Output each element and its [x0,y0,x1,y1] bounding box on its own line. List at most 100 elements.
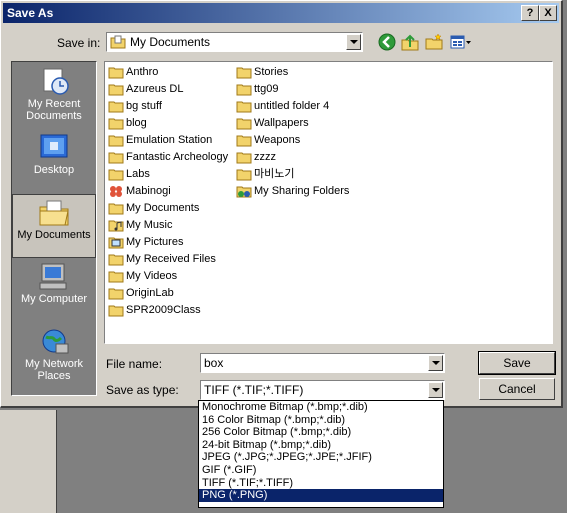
place-my-computer[interactable]: My Computer [12,259,96,323]
recent-documents-icon [43,68,69,95]
save-type-combobox[interactable]: TIFF (*.TIF;*.TIFF) [200,380,445,400]
folder-icon [236,101,252,113]
desktop-icon [40,134,68,158]
save-type-option[interactable]: GIF (*.GIF) [199,464,443,477]
save-in-combobox[interactable]: My Documents [106,32,363,52]
list-item[interactable]: Labs [108,166,150,183]
save-type-option[interactable]: 16 Color Bitmap (*.bmp;*.dib) [199,414,443,427]
file-name-value: box [204,356,224,370]
list-item-label: untitled folder 4 [254,100,330,112]
list-item[interactable]: Fantastic Archeology [108,149,228,166]
folder-icon [108,135,124,147]
list-item-label: Emulation Station [126,134,213,146]
save-type-value: TIFF (*.TIF;*.TIFF) [204,383,304,397]
list-item-label: Anthro [126,66,159,78]
list-item[interactable]: Weapons [236,132,300,149]
save-type-option[interactable]: JPEG (*.JPG;*.JPEG;*.JPE;*.JFIF) [199,451,443,464]
place-desktop[interactable]: Desktop [12,130,96,194]
place-label: Desktop [33,164,75,176]
file-list[interactable]: Anthro Azureus DL bg stuff blog Emulation St… [104,61,553,344]
save-type-dropdown-arrow[interactable] [428,382,443,398]
folder-icon [108,152,124,164]
folder-icon [236,84,252,96]
place-my-network-places[interactable]: My Network Places [12,324,96,388]
folder-icon [108,84,124,96]
background-panel [0,410,56,513]
list-item[interactable]: Wallpapers [236,115,309,132]
close-button[interactable]: X [539,5,557,21]
back-icon[interactable] [378,33,396,51]
save-type-options-list[interactable]: Monochrome Bitmap (*.bmp;*.dib) 16 Color … [198,400,444,508]
list-item[interactable]: My Documents [108,200,199,217]
places-bar: My Recent Documents Desktop My Documents [11,61,97,396]
folder-icon [236,67,252,79]
list-item[interactable]: My Music [108,217,172,234]
background-divider [56,410,57,513]
list-item[interactable]: Emulation Station [108,132,212,149]
list-item-label: My Videos [126,270,178,282]
list-item[interactable]: 마비노기 [236,166,294,183]
save-type-option[interactable]: TIFF (*.TIF;*.TIFF) [199,477,443,490]
folder-icon [236,152,252,164]
list-item[interactable]: SPR2009Class [108,302,201,319]
list-item[interactable]: Mabinogi [108,183,171,200]
place-my-documents[interactable]: My Documents [12,194,96,258]
folder-icon [108,288,124,300]
list-item-label: My Documents [126,202,200,214]
list-item[interactable]: zzzz [236,149,276,166]
list-item[interactable]: My Sharing Folders [236,183,349,200]
list-item-label: ttg09 [254,83,279,95]
folder-icon [236,118,252,130]
list-item[interactable]: Azureus DL [108,81,183,98]
file-name-label: File name: [106,357,163,371]
list-item[interactable]: blog [108,115,147,132]
list-item[interactable]: untitled folder 4 [236,98,329,115]
list-item[interactable]: My Received Files [108,251,216,268]
list-item[interactable]: bg stuff [108,98,162,115]
folder-icon [108,101,124,113]
up-folder-icon[interactable] [401,33,419,51]
music-folder-icon [108,220,124,232]
save-in-dropdown-arrow[interactable] [346,34,361,50]
network-places-icon [42,329,69,354]
save-type-option[interactable]: PNG (*.PNG) [199,489,443,502]
file-name-field[interactable]: box [200,353,445,373]
folder-icon [108,169,124,181]
list-item-label: Fantastic Archeology [126,151,229,163]
cancel-button[interactable]: Cancel [479,378,555,400]
save-type-option[interactable]: Monochrome Bitmap (*.bmp;*.dib) [199,401,443,414]
list-item-label: zzzz [254,151,276,163]
list-item[interactable]: OriginLab [108,285,174,302]
list-item[interactable]: My Videos [108,268,177,285]
list-item-label: My Pictures [126,236,184,248]
list-item-label: SPR2009Class [126,304,201,316]
list-item[interactable]: Anthro [108,64,158,81]
sharing-folder-icon [236,186,252,198]
list-item[interactable]: My Pictures [108,234,183,251]
dialog-title: Save As [7,6,54,20]
place-my-recent-documents[interactable]: My Recent Documents [12,64,96,128]
new-folder-icon[interactable] [425,33,443,51]
help-button[interactable]: ? [521,5,539,21]
save-type-label: Save as type: [106,383,179,397]
save-button[interactable]: Save [478,351,556,375]
folder-icon [236,169,252,181]
views-menu-icon[interactable] [450,33,472,51]
save-type-option[interactable]: 24-bit Bitmap (*.bmp;*.dib) [199,439,443,452]
place-label: My Documents [17,229,91,241]
folder-icon [108,305,124,317]
folder-icon [108,118,124,130]
list-item[interactable]: ttg09 [236,81,278,98]
list-item-label: bg stuff [126,100,162,112]
pictures-folder-icon [108,237,124,249]
save-type-option[interactable]: 256 Color Bitmap (*.bmp;*.dib) [199,426,443,439]
dialog-titlebar[interactable]: Save As ? X [3,3,559,23]
list-item-label: My Sharing Folders [254,185,350,197]
my-documents-small-icon [110,35,126,49]
file-name-dropdown-arrow[interactable] [428,355,443,371]
list-item-label: My Music [126,219,173,231]
list-item-label: Mabinogi [126,185,171,197]
list-item[interactable]: Stories [236,64,288,81]
place-label: My Network Places [24,358,84,382]
list-item-label: Weapons [254,134,301,146]
